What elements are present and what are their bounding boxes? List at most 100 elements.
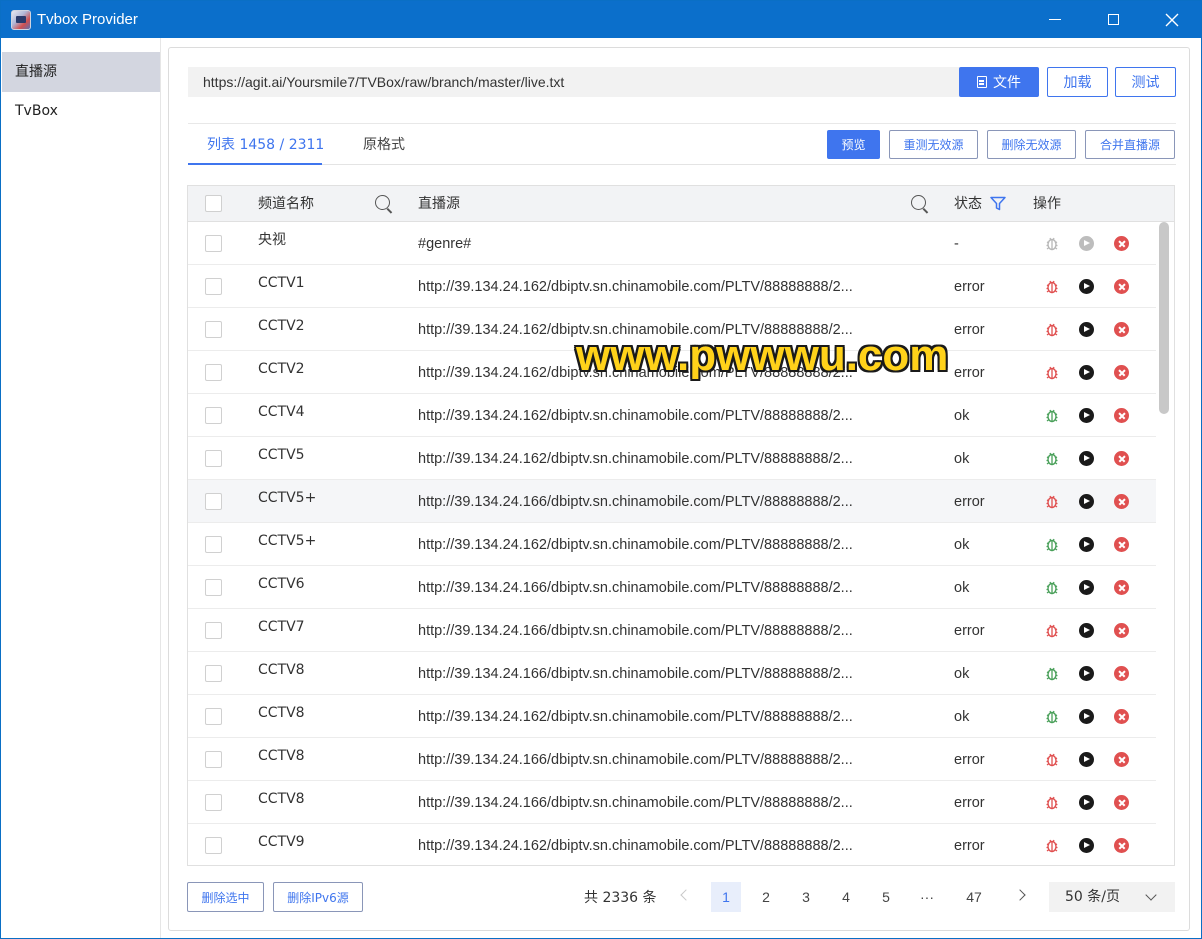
row-checkbox[interactable] — [205, 665, 222, 682]
bug-icon[interactable] — [1044, 708, 1060, 724]
play-icon[interactable] — [1079, 365, 1094, 380]
test-button[interactable]: 测试 — [1115, 67, 1176, 97]
delete-icon[interactable] — [1114, 752, 1129, 767]
play-icon[interactable] — [1079, 408, 1094, 423]
play-icon[interactable] — [1079, 795, 1094, 810]
row-checkbox[interactable] — [205, 493, 222, 510]
play-icon[interactable] — [1079, 838, 1094, 853]
page-button[interactable]: 2 — [751, 882, 781, 912]
table-row[interactable]: CCTV2 http://39.134.24.162/dbiptv.sn.chin… — [188, 351, 1156, 394]
table-row[interactable]: 央视 #genre# - — [188, 222, 1156, 265]
row-checkbox[interactable] — [205, 278, 222, 295]
page-button[interactable]: 5 — [871, 882, 901, 912]
table-row[interactable]: CCTV5+ http://39.134.24.162/dbiptv.sn.chi… — [188, 523, 1156, 566]
row-checkbox[interactable] — [205, 794, 222, 811]
play-icon[interactable] — [1079, 322, 1094, 337]
delete-selected-button[interactable]: 删除选中 — [187, 882, 264, 912]
row-checkbox[interactable] — [205, 708, 222, 725]
play-icon[interactable] — [1079, 709, 1094, 724]
play-icon[interactable] — [1079, 580, 1094, 595]
merge-sources-button[interactable]: 合并直播源 — [1085, 130, 1175, 159]
play-icon[interactable] — [1079, 623, 1094, 638]
bug-icon[interactable] — [1044, 794, 1060, 810]
minimize-button[interactable] — [1025, 1, 1085, 38]
table-row[interactable]: CCTV8 http://39.134.24.166/dbiptv.sn.chin… — [188, 781, 1156, 824]
bug-icon[interactable] — [1044, 622, 1060, 638]
bug-icon[interactable] — [1044, 665, 1060, 681]
delete-icon[interactable] — [1114, 838, 1129, 853]
table-row[interactable]: CCTV8 http://39.134.24.166/dbiptv.sn.chin… — [188, 738, 1156, 781]
bug-icon[interactable] — [1044, 278, 1060, 294]
sidebar-item-tvbox[interactable]: TvBox — [2, 91, 160, 131]
play-icon[interactable] — [1079, 451, 1094, 466]
row-checkbox[interactable] — [205, 622, 222, 639]
bug-icon[interactable] — [1044, 536, 1060, 552]
maximize-button[interactable] — [1083, 1, 1143, 38]
play-icon[interactable] — [1079, 494, 1094, 509]
table-row[interactable]: CCTV8 http://39.134.24.166/dbiptv.sn.chin… — [188, 652, 1156, 695]
bug-icon[interactable] — [1044, 751, 1060, 767]
bug-icon[interactable] — [1044, 493, 1060, 509]
sidebar-item-live-source[interactable]: 直播源 — [2, 52, 160, 92]
delete-icon[interactable] — [1114, 537, 1129, 552]
file-button[interactable]: 文件 — [959, 67, 1039, 97]
row-checkbox[interactable] — [205, 579, 222, 596]
play-icon[interactable] — [1079, 537, 1094, 552]
scrollbar-thumb[interactable] — [1159, 222, 1169, 414]
delete-icon[interactable] — [1114, 279, 1129, 294]
tab-raw-format[interactable]: 原格式 — [363, 135, 405, 155]
row-checkbox[interactable] — [205, 407, 222, 424]
delete-icon[interactable] — [1114, 666, 1129, 681]
play-icon[interactable] — [1079, 279, 1094, 294]
delete-invalid-button[interactable]: 删除无效源 — [987, 130, 1076, 159]
bug-icon[interactable] — [1044, 321, 1060, 337]
row-checkbox[interactable] — [205, 837, 222, 854]
play-icon[interactable] — [1079, 752, 1094, 767]
delete-ipv6-button[interactable]: 删除IPv6源 — [273, 882, 363, 912]
bug-icon[interactable] — [1044, 407, 1060, 423]
select-all-checkbox[interactable] — [205, 195, 222, 212]
page-size-select[interactable]: 50 条/页 — [1049, 882, 1175, 912]
row-checkbox[interactable] — [205, 450, 222, 467]
bug-icon[interactable] — [1044, 235, 1060, 251]
tab-list[interactable]: 列表 1458 / 2311 — [207, 135, 324, 155]
table-row[interactable]: CCTV2 http://39.134.24.162/dbiptv.sn.chin… — [188, 308, 1156, 351]
row-checkbox[interactable] — [205, 751, 222, 768]
row-checkbox[interactable] — [205, 364, 222, 381]
play-icon[interactable] — [1079, 666, 1094, 681]
table-row[interactable]: CCTV7 http://39.134.24.166/dbiptv.sn.chin… — [188, 609, 1156, 652]
play-icon[interactable] — [1079, 236, 1094, 251]
row-checkbox[interactable] — [205, 235, 222, 252]
delete-icon[interactable] — [1114, 795, 1129, 810]
row-checkbox[interactable] — [205, 321, 222, 338]
filter-icon[interactable] — [990, 196, 1006, 211]
bug-icon[interactable] — [1044, 837, 1060, 853]
preview-button[interactable]: 预览 — [827, 130, 880, 159]
table-row[interactable]: CCTV4 http://39.134.24.162/dbiptv.sn.chin… — [188, 394, 1156, 437]
page-button[interactable]: 1 — [711, 882, 741, 912]
url-input[interactable]: https://agit.ai/Yoursmile7/TVBox/raw/bra… — [188, 67, 960, 97]
retest-invalid-button[interactable]: 重测无效源 — [889, 130, 978, 159]
bug-icon[interactable] — [1044, 579, 1060, 595]
delete-icon[interactable] — [1114, 494, 1129, 509]
page-button[interactable]: 4 — [831, 882, 861, 912]
table-row[interactable]: CCTV1 http://39.134.24.162/dbiptv.sn.chin… — [188, 265, 1156, 308]
table-row[interactable]: CCTV8 http://39.134.24.162/dbiptv.sn.chin… — [188, 695, 1156, 738]
delete-icon[interactable] — [1114, 365, 1129, 380]
close-button[interactable] — [1142, 1, 1201, 38]
delete-icon[interactable] — [1114, 580, 1129, 595]
delete-icon[interactable] — [1114, 236, 1129, 251]
bug-icon[interactable] — [1044, 450, 1060, 466]
search-icon[interactable] — [375, 195, 390, 210]
delete-icon[interactable] — [1114, 709, 1129, 724]
delete-icon[interactable] — [1114, 451, 1129, 466]
vertical-scrollbar[interactable] — [1159, 222, 1169, 865]
delete-icon[interactable] — [1114, 322, 1129, 337]
table-row[interactable]: CCTV5 http://39.134.24.162/dbiptv.sn.chin… — [188, 437, 1156, 480]
page-ellipsis[interactable]: ··· — [912, 882, 942, 912]
bug-icon[interactable] — [1044, 364, 1060, 380]
page-button[interactable]: 3 — [791, 882, 821, 912]
search-icon[interactable] — [911, 195, 926, 210]
load-button[interactable]: 加载 — [1047, 67, 1108, 97]
prev-page-icon[interactable] — [680, 889, 692, 901]
